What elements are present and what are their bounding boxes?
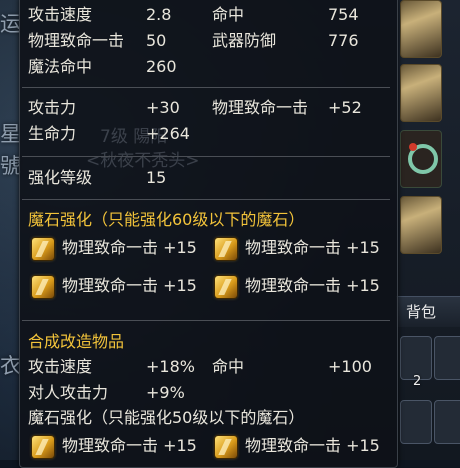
stat-label: 物理致命一击 xyxy=(212,98,309,117)
manastone-icon[interactable] xyxy=(32,238,54,260)
fusion-section-title: 合成改造物品 xyxy=(28,332,125,351)
inventory-slot[interactable] xyxy=(400,400,432,444)
section-divider xyxy=(22,87,390,88)
inventory-slot[interactable] xyxy=(434,400,460,444)
manastone-icon[interactable] xyxy=(32,436,54,458)
stat-value: +52 xyxy=(328,98,362,117)
stat-value: +30 xyxy=(146,98,180,117)
fusion-manastone-title: 魔石强化（只能强化50级以下的魔石） xyxy=(28,408,305,427)
stat-label: 魔法命中 xyxy=(28,57,93,76)
equipment-slot-helmet[interactable] xyxy=(400,0,442,58)
manastone-section-title: 魔石强化（只能强化60级以下的魔石） xyxy=(28,210,305,229)
enhance-level-label: 强化等级 xyxy=(28,168,93,187)
manastone-icon[interactable] xyxy=(32,276,54,298)
inventory-item-count: 2 xyxy=(413,374,422,389)
stat-value: +18% xyxy=(146,357,195,376)
inventory-slot[interactable] xyxy=(434,336,460,380)
equipment-slot-gloves[interactable] xyxy=(400,196,442,254)
stat-value: +264 xyxy=(146,124,190,143)
section-divider xyxy=(22,156,390,157)
manastone-slot-text: 物理致命一击 +15 xyxy=(245,238,380,257)
stat-value: +100 xyxy=(328,357,372,376)
stat-label: 命中 xyxy=(212,5,245,24)
manastone-slot-text: 物理致命一击 +15 xyxy=(62,238,197,257)
stat-label: 对人攻击力 xyxy=(28,383,109,402)
stat-value: 260 xyxy=(146,57,177,76)
manastone-icon[interactable] xyxy=(215,276,237,298)
stat-label: 物理致命一击 xyxy=(28,31,125,50)
stat-label: 攻击力 xyxy=(28,98,77,117)
stat-label: 攻击速度 xyxy=(28,5,93,24)
manastone-slot-text: 物理致命一击 +15 xyxy=(62,276,197,295)
section-divider xyxy=(22,320,390,321)
stat-label: 生命力 xyxy=(28,124,77,143)
inventory-title: 背包 xyxy=(406,303,437,321)
stat-label: 命中 xyxy=(212,357,245,376)
stat-value: 50 xyxy=(146,31,167,50)
manastone-slot-text: 物理致命一击 +15 xyxy=(245,276,380,295)
stat-label: 攻击速度 xyxy=(28,357,93,376)
manastone-icon[interactable] xyxy=(215,238,237,260)
stat-value: 776 xyxy=(328,31,359,50)
manastone-slot-text: 物理致命一击 +15 xyxy=(245,436,380,455)
manastone-slot-text: 物理致命一击 +15 xyxy=(62,436,197,455)
stat-label: 武器防御 xyxy=(212,31,277,50)
equipment-slot-armor[interactable] xyxy=(400,64,442,122)
stat-value: 2.8 xyxy=(146,5,172,24)
equipment-slot-ring[interactable] xyxy=(400,130,442,188)
section-divider xyxy=(22,199,390,200)
enhance-level-value: 15 xyxy=(146,168,167,187)
stat-value: 754 xyxy=(328,5,359,24)
manastone-icon[interactable] xyxy=(215,436,237,458)
stat-value: +9% xyxy=(146,383,185,402)
